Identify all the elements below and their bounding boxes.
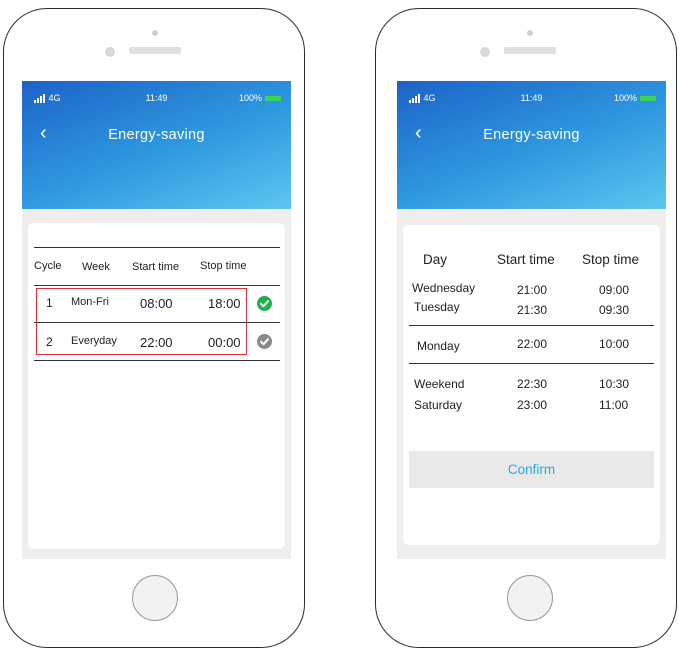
start-time: 21:30: [517, 303, 548, 317]
status-bar: 4G 11:49 100%: [22, 93, 291, 107]
page-title: Energy-saving: [108, 127, 205, 143]
phone-left: 4G 11:49 100% ‹ Energy-saving Cycle Week…: [3, 8, 305, 648]
battery-icon: [265, 95, 281, 101]
day-label: Wednesday: [412, 281, 476, 295]
divider: [409, 325, 654, 326]
front-camera: [527, 30, 533, 36]
start-time: 22:00: [517, 337, 548, 351]
day-label: Tuesday: [414, 300, 460, 314]
col-header-day: Day: [423, 252, 448, 267]
screen-left: 4G 11:49 100% ‹ Energy-saving Cycle Week…: [22, 81, 291, 559]
check-circle-icon[interactable]: [257, 334, 272, 349]
check-circle-icon[interactable]: [257, 296, 272, 311]
phone-right: 4G 11:49 100% ‹ Energy-saving Day Start …: [375, 8, 677, 648]
front-camera: [152, 30, 158, 36]
camera-dot: [480, 47, 490, 57]
speaker-grille: [504, 47, 556, 54]
row-cycle: 2: [46, 335, 53, 349]
start-time: 22:30: [517, 377, 548, 391]
day-label: Monday: [417, 339, 460, 353]
col-header-week: Week: [82, 261, 110, 273]
stop-time: 09:30: [599, 303, 630, 317]
col-header-stop: Stop time: [200, 260, 247, 272]
row-stop: 00:00: [208, 335, 241, 350]
day-picker-card: Day Start time Stop time Wednesday 21:00…: [403, 225, 660, 545]
app-header: 4G 11:49 100% ‹ Energy-saving: [397, 81, 666, 209]
battery-indicator: 100%: [614, 93, 656, 103]
speaker-grille: [129, 47, 181, 54]
battery-percent: 100%: [613, 93, 637, 103]
battery-icon: [640, 95, 656, 101]
day-label: Weekend: [414, 377, 465, 391]
status-bar: 4G 11:49 100%: [397, 93, 666, 107]
app-header: 4G 11:49 100% ‹ Energy-saving: [22, 81, 291, 209]
col-header-stop: Stop time: [582, 252, 640, 267]
divider: [34, 322, 280, 323]
col-header-cycle: Cycle: [34, 260, 62, 272]
stop-time: 11:00: [599, 398, 629, 412]
day-label: Saturday: [414, 398, 463, 412]
stop-time: 09:00: [599, 283, 630, 297]
row-stop: 18:00: [208, 296, 241, 311]
row-start: 08:00: [140, 296, 173, 311]
screen-right: 4G 11:49 100% ‹ Energy-saving Day Start …: [397, 81, 666, 559]
battery-indicator: 100%: [239, 93, 281, 103]
battery-percent: 100%: [238, 93, 262, 103]
page-title: Energy-saving: [483, 127, 580, 143]
col-header-start: Start time: [497, 252, 555, 267]
start-time: 21:00: [517, 283, 548, 297]
divider: [34, 247, 280, 248]
row-start: 22:00: [140, 335, 173, 350]
stop-time: 10:30: [599, 377, 630, 391]
divider: [34, 360, 280, 361]
camera-dot: [105, 47, 115, 57]
row-cycle: 1: [46, 296, 53, 310]
schedule-card: Cycle Week Start time Stop time 1 Mon-Fr…: [28, 223, 285, 549]
home-button[interactable]: [507, 575, 553, 621]
divider: [34, 285, 280, 286]
home-button[interactable]: [132, 575, 178, 621]
row-week: Mon-Fri: [71, 296, 109, 308]
row-week: Everyday: [71, 335, 117, 347]
divider: [409, 363, 654, 364]
stop-time: 10:00: [599, 337, 630, 351]
col-header-start: Start time: [132, 261, 180, 273]
start-time: 23:00: [517, 398, 548, 412]
confirm-button[interactable]: Confirm: [409, 451, 654, 488]
